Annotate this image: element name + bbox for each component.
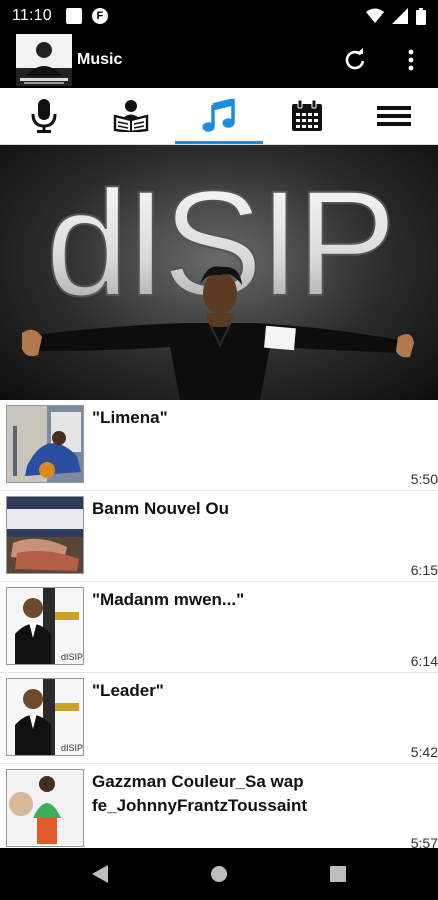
tab-menu[interactable] (350, 88, 438, 144)
tab-calendar[interactable] (263, 88, 351, 144)
recents-button[interactable] (325, 861, 351, 887)
track-duration: 6:15 (410, 562, 438, 578)
track-duration: 5:57 (410, 835, 438, 848)
refresh-button[interactable] (342, 47, 368, 73)
track-thumbnail (6, 769, 84, 847)
app-title: Music (77, 51, 123, 68)
home-button[interactable] (206, 861, 232, 887)
list-item[interactable]: dISIP "Madanm mwen..." 6:14 (0, 582, 438, 673)
track-list[interactable]: "Limena" 5:50 Banm Nouvel Ou 6:15 dISIP … (0, 400, 438, 848)
list-item[interactable]: Gazzman Couleur_Sa wap fe_JohnnyFrantzTo… (0, 764, 438, 848)
tab-music[interactable] (175, 88, 263, 144)
track-thumbnail: dISIP (6, 587, 84, 665)
battery-icon (416, 7, 426, 25)
track-duration: 5:50 (410, 471, 438, 487)
status-bar: 11:10 F (0, 0, 438, 32)
microphone-icon (31, 99, 57, 133)
track-duration: 6:14 (410, 653, 438, 669)
tab-microphone[interactable] (0, 88, 88, 144)
refresh-icon (345, 48, 365, 70)
track-title: "Madanm mwen..." (92, 590, 245, 609)
list-item[interactable]: dISIP "Leader" 5:42 (0, 673, 438, 764)
thumb-label: dISIP (61, 743, 83, 753)
tab-bar (0, 88, 438, 145)
list-item[interactable]: "Limena" 5:50 (0, 400, 438, 491)
track-title: Banm Nouvel Ou (92, 499, 229, 518)
calendar-icon (291, 100, 322, 131)
home-icon (210, 866, 227, 882)
wifi-icon (366, 8, 384, 23)
overflow-menu-icon (408, 49, 414, 71)
track-thumbnail (6, 405, 84, 483)
app-logo (16, 34, 72, 86)
back-icon (91, 865, 108, 883)
tab-reader[interactable] (88, 88, 176, 144)
track-duration: 5:42 (410, 744, 438, 760)
banner-image: dISIP (22, 158, 414, 400)
thumb-label: dISIP (61, 652, 83, 662)
music-note-icon (202, 99, 235, 132)
list-item[interactable]: Banm Nouvel Ou 6:15 (0, 491, 438, 582)
track-title: Gazzman Couleur_Sa wap fe_JohnnyFrantzTo… (92, 772, 308, 815)
overflow-menu-button[interactable] (398, 47, 424, 73)
track-thumbnail (6, 496, 84, 574)
reader-icon (114, 100, 149, 132)
track-title: "Limena" (92, 408, 168, 427)
back-button[interactable] (87, 861, 113, 887)
recents-icon (330, 866, 347, 882)
notification-square-icon (65, 8, 82, 24)
hamburger-icon (377, 106, 412, 126)
artist-banner: dISIP (0, 145, 438, 400)
system-nav-bar (0, 848, 438, 900)
app-f-icon: F (91, 8, 108, 24)
app-bar: Music (0, 32, 438, 88)
track-title: "Leader" (92, 681, 164, 700)
signal-icon (392, 8, 408, 24)
track-thumbnail: dISIP (6, 678, 84, 756)
status-time: 11:10 (12, 7, 52, 24)
